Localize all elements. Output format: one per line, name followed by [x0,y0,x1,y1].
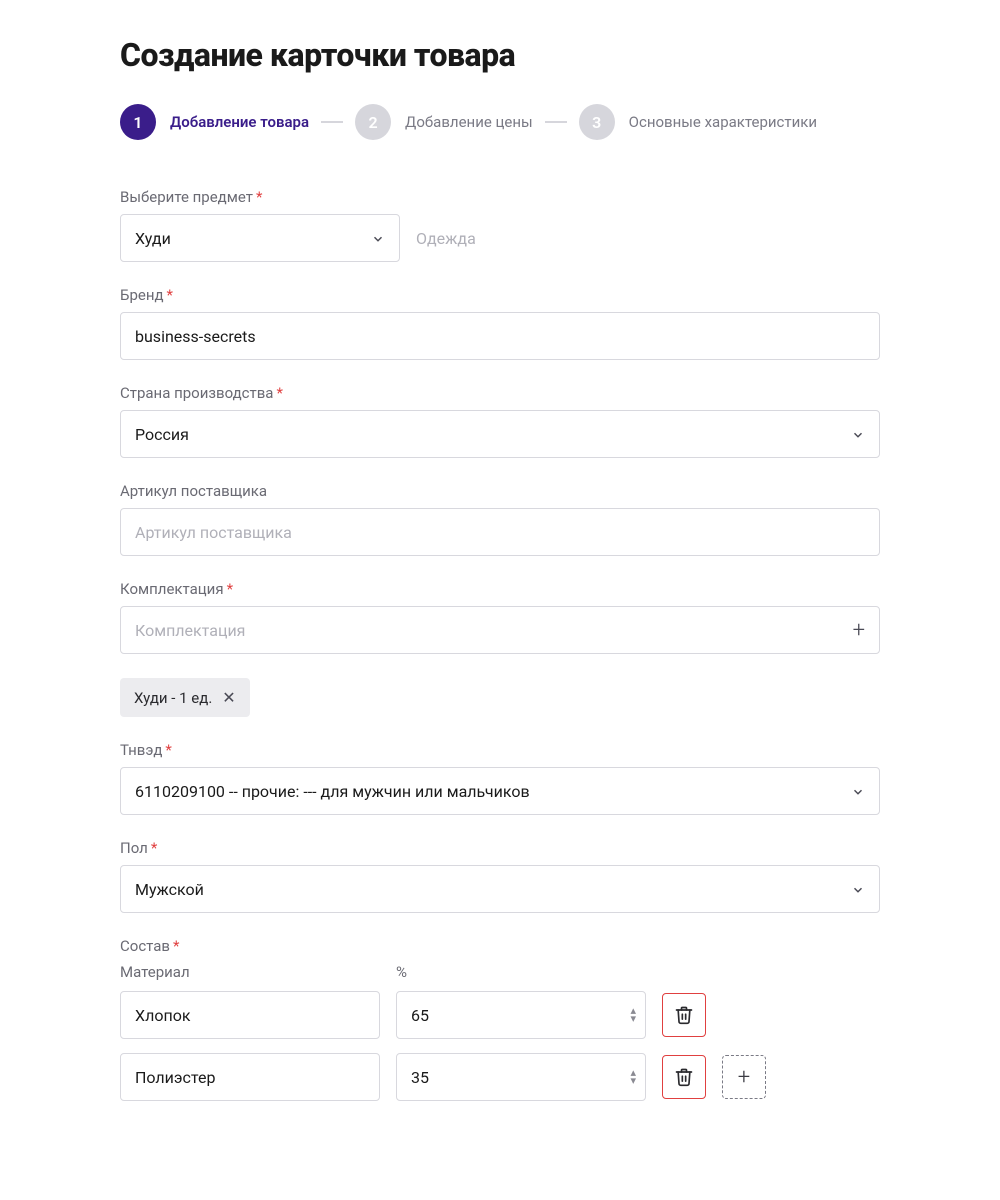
step-label: Добавление товара [170,113,309,131]
kit-label: Комплектация* [120,580,880,598]
number-spinner-icon[interactable]: ▴▾ [630,1007,636,1023]
step-2[interactable]: 2 Добавление цены [355,104,533,140]
subject-category-hint: Одежда [416,229,476,248]
close-icon[interactable]: ✕ [222,688,235,707]
step-separator [321,121,343,123]
tnved-label: Тнвэд* [120,741,880,759]
kit-chip: Худи - 1 ед. ✕ [120,678,250,717]
country-value: Россия [135,425,189,444]
brand-input[interactable] [120,312,880,360]
chevron-down-icon [851,882,865,896]
brand-label: Бренд* [120,286,880,304]
kit-placeholder: Комплектация [135,621,245,640]
delete-row-button[interactable] [662,993,706,1037]
supplier-sku-label: Артикул поставщика [120,482,880,500]
percent-input[interactable] [396,1053,646,1101]
kit-chip-label: Худи - 1 ед. [134,689,212,707]
trash-icon [674,1005,694,1025]
step-3[interactable]: 3 Основные характеристики [579,104,817,140]
kit-input[interactable]: Комплектация + [120,606,880,654]
trash-icon [674,1067,694,1087]
gender-select[interactable]: Мужской [120,865,880,913]
delete-row-button[interactable] [662,1055,706,1099]
tnved-value: 6110209100 -- прочие: --- для мужчин или… [135,782,530,801]
subject-select[interactable]: Худи [120,214,400,262]
material-column-header: Материал [120,963,380,981]
plus-icon[interactable]: + [853,618,865,643]
percent-input[interactable] [396,991,646,1039]
step-label: Основные характеристики [629,113,817,131]
plus-icon: + [738,1065,750,1090]
step-number: 3 [579,104,615,140]
page-title: Создание карточки товара [120,36,880,74]
number-spinner-icon[interactable]: ▴▾ [630,1069,636,1085]
tnved-select[interactable]: 6110209100 -- прочие: --- для мужчин или… [120,767,880,815]
material-input[interactable] [120,1053,380,1101]
step-1[interactable]: 1 Добавление товара [120,104,309,140]
add-row-button[interactable]: + [722,1055,766,1099]
country-select[interactable]: Россия [120,410,880,458]
material-input[interactable] [120,991,380,1039]
step-separator [545,121,567,123]
composition-row: ▴▾ [120,991,880,1039]
composition-row: ▴▾ + [120,1053,880,1101]
gender-label: Пол* [120,839,880,857]
subject-value: Худи [135,229,171,248]
step-number: 1 [120,104,156,140]
step-number: 2 [355,104,391,140]
subject-label: Выберите предмет* [120,188,880,206]
gender-value: Мужской [135,880,204,899]
country-label: Страна производства* [120,384,880,402]
step-label: Добавление цены [405,113,533,131]
stepper: 1 Добавление товара 2 Добавление цены 3 … [120,104,880,140]
supplier-sku-input[interactable] [120,508,880,556]
chevron-down-icon [851,427,865,441]
chevron-down-icon [371,231,385,245]
chevron-down-icon [851,784,865,798]
percent-column-header: % [396,963,407,981]
composition-label: Состав* [120,937,880,955]
